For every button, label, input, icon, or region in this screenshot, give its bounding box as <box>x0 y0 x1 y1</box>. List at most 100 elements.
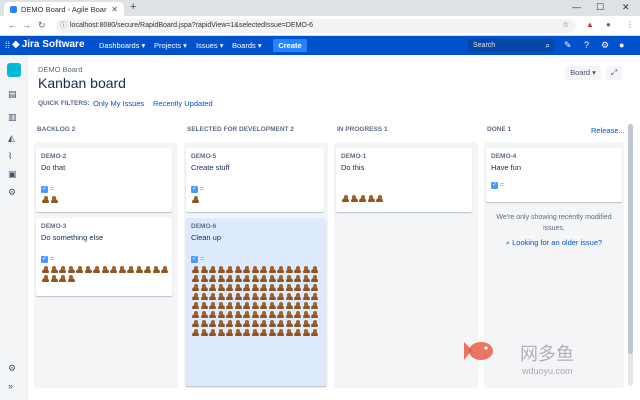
issue-key[interactable]: DEMO-2 <box>41 153 167 160</box>
issue-card-selected[interactable]: DEMO-6 Clean up ✓ = <box>186 218 326 386</box>
poop-icon <box>225 292 233 300</box>
issue-card[interactable]: DEMO-2 Do that ✓ = <box>36 148 172 212</box>
poop-icon <box>67 265 75 273</box>
poop-icon <box>234 319 242 327</box>
forward-icon[interactable]: → <box>22 20 31 30</box>
poop-icon <box>350 194 358 202</box>
url-field[interactable]: ⓘ localhost:8080/secure/RapidBoard.jspa?… <box>56 19 576 33</box>
poop-icon <box>101 265 109 273</box>
feedback-icon[interactable]: ✎ <box>564 40 572 51</box>
poop-icon <box>251 301 259 309</box>
poop-icon <box>200 328 208 336</box>
poop-icon <box>268 274 276 282</box>
poop-icon <box>217 310 225 318</box>
help-icon[interactable]: ? <box>584 40 589 50</box>
expand-sidebar-icon[interactable]: » <box>8 381 13 391</box>
poop-icon <box>285 328 293 336</box>
board-icon[interactable]: ▥ <box>8 112 17 123</box>
minimize-icon[interactable]: — <box>572 2 581 12</box>
issue-key[interactable]: DEMO-5 <box>191 153 319 160</box>
poop-icon <box>234 328 242 336</box>
issue-key[interactable]: DEMO-3 <box>41 223 167 230</box>
poop-rating <box>191 195 326 204</box>
issue-card[interactable]: DEMO-1 Do this <box>336 148 472 212</box>
project-avatar[interactable] <box>7 63 21 77</box>
back-icon[interactable]: ← <box>8 20 17 30</box>
issue-key[interactable]: DEMO-1 <box>341 153 467 160</box>
fish-logo-icon <box>464 342 493 360</box>
backlog-icon[interactable]: ▤ <box>8 89 17 100</box>
maximize-icon[interactable]: ☐ <box>596 2 604 13</box>
jira-logo[interactable]: ◆ Jira Software <box>12 39 85 50</box>
poop-icon <box>234 310 242 318</box>
nav-issues[interactable]: Issues ▾ <box>196 41 224 50</box>
app-switcher-icon[interactable]: ⁞⁞ <box>5 40 10 50</box>
poop-icon <box>310 301 318 309</box>
column-header-done: DONE 1 <box>487 126 512 133</box>
jira-diamond-icon: ◆ <box>12 39 20 50</box>
column-header-backlog: BACKLOG 2 <box>37 126 76 133</box>
filter-only-my-issues[interactable]: Only My Issues <box>93 99 144 108</box>
poop-icon <box>200 274 208 282</box>
poop-icon <box>200 292 208 300</box>
poop-icon <box>302 292 310 300</box>
column-header-selected: SELECTED FOR DEVELOPMENT 2 <box>187 126 294 133</box>
releases-icon[interactable]: ◭ <box>8 133 15 144</box>
browser-tabstrip: DEMO Board - Agile Board ✕ + — ☐ ✕ <box>0 0 640 16</box>
issue-key[interactable]: DEMO-4 <box>491 153 617 160</box>
filter-recently-updated[interactable]: Recently Updated <box>153 99 213 108</box>
board-scrollbar-thumb[interactable] <box>628 124 633 354</box>
board-menu-button[interactable]: Board ▾ <box>565 66 601 80</box>
search-input[interactable]: Search ⌕ <box>468 39 554 52</box>
close-window-icon[interactable]: ✕ <box>622 2 630 13</box>
reports-icon[interactable]: ⌇ <box>8 151 12 162</box>
column-header-in-progress: IN PROGRESS 1 <box>337 126 388 133</box>
poop-icon <box>259 265 267 273</box>
nav-dashboards[interactable]: Dashboards ▾ <box>99 41 145 50</box>
poop-icon <box>293 301 301 309</box>
profile-avatar-icon[interactable]: ● <box>619 40 624 50</box>
poop-icon <box>293 319 301 327</box>
components-icon[interactable]: ⚙ <box>8 187 16 198</box>
browser-menu-icon[interactable]: ⋮ <box>626 20 634 29</box>
page-title: Kanban board <box>38 75 126 91</box>
older-issue-link[interactable]: ⌕ Looking for an older issue? <box>486 238 622 248</box>
poop-icon <box>135 265 143 273</box>
create-button[interactable]: Create <box>273 39 307 52</box>
poop-icon <box>341 194 349 202</box>
issue-card[interactable]: DEMO-3 Do something else ✓ = <box>36 218 172 296</box>
poop-icon <box>302 319 310 327</box>
poop-icon <box>268 301 276 309</box>
poop-icon <box>259 328 267 336</box>
fullscreen-icon[interactable]: ⤢ <box>606 66 622 80</box>
star-icon[interactable]: ☆ <box>562 20 569 29</box>
browser-tab[interactable]: DEMO Board - Agile Board ✕ <box>4 2 124 16</box>
issues-icon[interactable]: ▣ <box>8 169 17 180</box>
release-link[interactable]: Release... <box>591 126 625 135</box>
issue-card[interactable]: DEMO-5 Create stuff ✓ = <box>186 148 324 212</box>
project-settings-icon[interactable]: ⚙ <box>8 363 16 374</box>
account-icon[interactable]: ● <box>606 20 611 29</box>
poop-icon <box>160 265 168 273</box>
reload-icon[interactable]: ↻ <box>38 20 46 31</box>
settings-gear-icon[interactable]: ⚙ <box>601 40 609 51</box>
nav-projects[interactable]: Projects ▾ <box>154 41 187 50</box>
poop-icon <box>268 265 276 273</box>
breadcrumb[interactable]: DEMO Board <box>38 65 83 74</box>
info-icon[interactable]: ⓘ <box>60 19 67 33</box>
poop-icon <box>191 274 199 282</box>
done-column-note: We're only showing recently modified iss… <box>496 214 612 232</box>
issue-key[interactable]: DEMO-6 <box>191 223 321 230</box>
poop-icon <box>251 283 259 291</box>
poop-icon <box>285 310 293 318</box>
new-tab-icon[interactable]: + <box>130 1 136 13</box>
poop-icon <box>302 310 310 318</box>
poop-icon <box>310 292 318 300</box>
extension-icon[interactable]: ▲ <box>586 20 594 29</box>
poop-icon <box>276 292 284 300</box>
nav-boards[interactable]: Boards ▾ <box>232 41 262 50</box>
close-tab-icon[interactable]: ✕ <box>111 5 118 14</box>
search-placeholder: Search <box>473 42 496 49</box>
poop-icon <box>191 319 199 327</box>
issue-card[interactable]: DEMO-4 Have fun ✓ = <box>486 148 622 202</box>
